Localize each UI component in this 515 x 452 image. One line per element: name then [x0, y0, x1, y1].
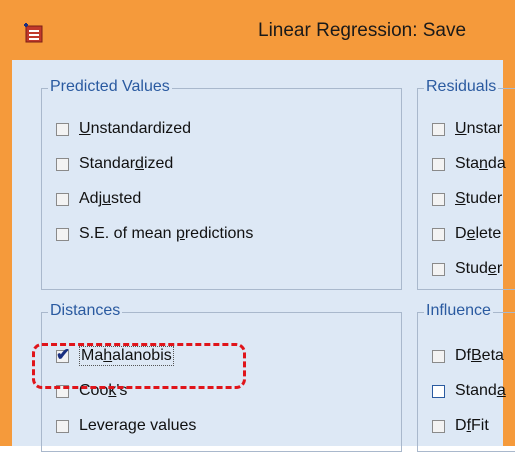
checkbox-box[interactable] — [432, 227, 445, 241]
checkbox-box[interactable] — [432, 157, 445, 171]
checkbox-box[interactable] — [56, 192, 69, 206]
spss-dialog-icon — [24, 23, 43, 43]
leverage-values-label: Leverage values — [79, 417, 197, 434]
checkbox-box[interactable] — [56, 157, 69, 171]
distances-legend: Distances — [48, 302, 123, 320]
checkbox-box[interactable] — [432, 122, 445, 136]
checkbox-box[interactable] — [56, 122, 69, 136]
adjusted-checkbox[interactable]: Adjusted — [56, 188, 141, 210]
checkbox-box[interactable] — [432, 262, 445, 276]
predicted-values-group: Predicted Values Unstandardized Standard… — [41, 78, 402, 290]
mahalanobis-highlight-annotation — [32, 343, 246, 389]
adjusted-label: Adjusted — [79, 190, 142, 207]
predicted-values-legend: Predicted Values — [48, 78, 172, 96]
unstandardized-label: Unstandardized — [79, 120, 192, 137]
unstandardized-checkbox[interactable]: Unstandardized — [56, 118, 191, 140]
residual-standardized-label: Standa — [455, 155, 506, 172]
residual-deleted-label: Delete — [455, 225, 502, 242]
residual-standardized-checkbox[interactable]: Standa — [432, 153, 506, 175]
residual-unstandardized-label: Unstar — [455, 120, 503, 137]
residual-studentized-deleted-label: Studer — [455, 260, 503, 277]
checkbox-box[interactable] — [432, 419, 445, 433]
standardized-dfbeta-label: Standa — [455, 382, 506, 399]
residuals-group: Residuals Unstar Standa Studer Delete St… — [417, 78, 515, 290]
residual-unstandardized-checkbox[interactable]: Unstar — [432, 118, 502, 140]
influence-legend: Influence — [424, 302, 493, 320]
checkbox-box[interactable] — [432, 349, 445, 363]
residual-studentized-checkbox[interactable]: Studer — [432, 188, 502, 210]
dffit-checkbox[interactable]: DfFit — [432, 415, 489, 437]
standardized-dfbeta-checkbox[interactable]: Standa — [432, 380, 506, 402]
leverage-values-checkbox[interactable]: Leverage values — [56, 415, 196, 437]
window-title: Linear Regression: Save — [258, 20, 467, 41]
dfbeta-label: DfBeta — [455, 347, 504, 364]
checkbox-box[interactable] — [432, 192, 445, 206]
residuals-legend: Residuals — [424, 78, 499, 96]
se-mean-predictions-label: S.E. of mean predictions — [79, 225, 254, 242]
residual-studentized-label: Studer — [455, 190, 503, 207]
residual-studentized-deleted-checkbox[interactable]: Studer — [432, 258, 502, 280]
checkbox-box[interactable] — [432, 384, 445, 398]
dfbeta-checkbox[interactable]: DfBeta — [432, 345, 504, 367]
standardized-checkbox[interactable]: Standardized — [56, 153, 173, 175]
window-frame-left — [0, 60, 12, 446]
title-bar: Linear Regression: Save — [0, 0, 515, 60]
residual-deleted-checkbox[interactable]: Delete — [432, 223, 501, 245]
standardized-label: Standardized — [79, 155, 174, 172]
dffit-label: DfFit — [455, 417, 489, 434]
se-mean-predictions-checkbox[interactable]: S.E. of mean predictions — [56, 223, 253, 245]
influence-group: Influence DfBeta Standa DfFit — [417, 302, 515, 452]
checkbox-box[interactable] — [56, 419, 69, 433]
checkbox-box[interactable] — [56, 227, 69, 241]
